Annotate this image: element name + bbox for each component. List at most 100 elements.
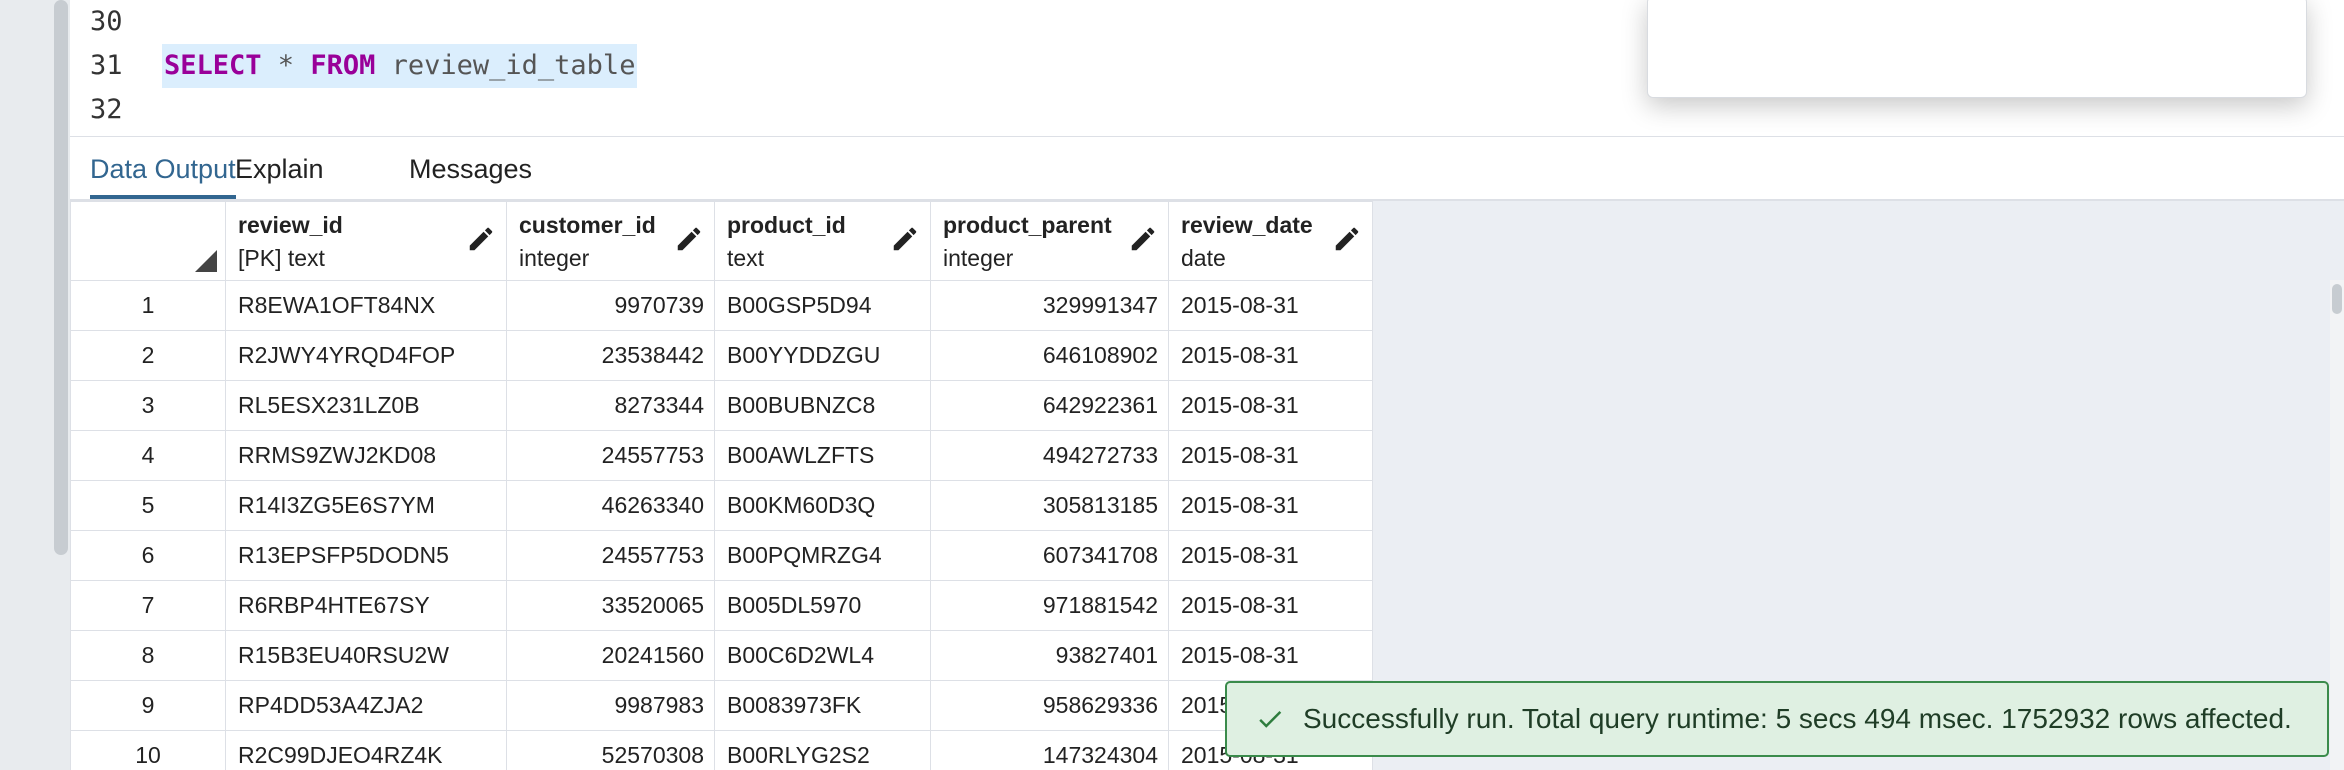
cell-review-id[interactable]: R2JWY4YRQD4FOP xyxy=(225,330,507,381)
success-notification: Successfully run. Total query runtime: 5… xyxy=(1225,681,2329,757)
cell-customer-id[interactable]: 9987983 xyxy=(506,680,715,731)
cell-product-parent[interactable]: 147324304 xyxy=(930,730,1169,770)
cell-product-parent[interactable]: 958629336 xyxy=(930,680,1169,731)
cell-review-id[interactable]: R6RBP4HTE67SY xyxy=(225,580,507,631)
cell-product-id[interactable]: B00YYDDZGU xyxy=(714,330,931,381)
cell-customer-id[interactable]: 24557753 xyxy=(506,430,715,481)
select-all-corner[interactable] xyxy=(70,201,226,281)
grid-scrollbar[interactable] xyxy=(2330,280,2344,770)
table-row[interactable]: 9 RP4DD53A4ZJA2 9987983 B0083973FK 958629336… xyxy=(70,680,1373,731)
cell-product-parent[interactable]: 305813185 xyxy=(930,480,1169,531)
column-header-customer-id[interactable]: customer_id integer xyxy=(506,201,715,281)
table-row[interactable]: 2 R2JWY4YRQD4FOP 23538442 B00YYDDZGU 6461089… xyxy=(70,330,1373,381)
cell-product-id[interactable]: B00GSP5D94 xyxy=(714,280,931,331)
pencil-icon[interactable] xyxy=(1128,224,1158,254)
table-row[interactable]: 5 R14I3ZG5E6S7YM 46263340 B00KM60D3Q 3058131… xyxy=(70,480,1373,531)
grid-body: 1 R8EWA1OFT84NX 9970739 B00GSP5D94 329991347… xyxy=(70,280,1373,770)
cell-review-date[interactable]: 2015-08-31 xyxy=(1168,480,1373,531)
cell-review-id[interactable]: R15B3EU40RSU2W xyxy=(225,630,507,681)
sql-keyword-from: FROM xyxy=(310,50,376,81)
table-row[interactable]: 4 RRMS9ZWJ2KD08 24557753 B00AWLZFTS 49427273… xyxy=(70,430,1373,481)
cell-customer-id[interactable]: 46263340 xyxy=(506,480,715,531)
sql-table-name: review_id_table xyxy=(375,50,636,81)
cell-customer-id[interactable]: 20241560 xyxy=(506,630,715,681)
cell-customer-id[interactable]: 33520065 xyxy=(506,580,715,631)
cell-review-date[interactable]: 2015-08-31 xyxy=(1168,430,1373,481)
cell-product-id[interactable]: B005DL5970 xyxy=(714,580,931,631)
cell-product-parent[interactable]: 642922361 xyxy=(930,380,1169,431)
cell-product-parent[interactable]: 607341708 xyxy=(930,530,1169,581)
cell-review-date[interactable]: 2015-08-31 xyxy=(1168,530,1373,581)
column-header-review-date[interactable]: review_date date xyxy=(1168,201,1373,281)
cell-product-id[interactable]: B00RLYG2S2 xyxy=(714,730,931,770)
cell-review-date[interactable]: 2015-08-31 xyxy=(1168,580,1373,631)
left-panel-gutter xyxy=(0,0,70,770)
cell-product-parent[interactable]: 971881542 xyxy=(930,580,1169,631)
cell-review-id[interactable]: R14I3ZG5E6S7YM xyxy=(225,480,507,531)
table-row[interactable]: 8 R15B3EU40RSU2W 20241560 B00C6D2WL4 9382740… xyxy=(70,630,1373,681)
popup-panel xyxy=(1647,0,2307,98)
cell-customer-id[interactable]: 8273344 xyxy=(506,380,715,431)
table-row[interactable]: 10 R2C99DJEO4RZ4K 52570308 B00RLYG2S2 147324… xyxy=(70,730,1373,770)
cell-product-parent[interactable]: 93827401 xyxy=(930,630,1169,681)
table-row[interactable]: 3 RL5ESX231LZ0B 8273344 B00BUBNZC8 642922361… xyxy=(70,380,1373,431)
column-header-product-id[interactable]: product_id text xyxy=(714,201,931,281)
row-number[interactable]: 10 xyxy=(70,730,226,770)
cell-review-date[interactable]: 2015-08-31 xyxy=(1168,380,1373,431)
row-number[interactable]: 9 xyxy=(70,680,226,731)
tab-explain[interactable]: Explain xyxy=(235,137,324,199)
pencil-icon[interactable] xyxy=(1332,224,1362,254)
line-number: 31 xyxy=(90,50,123,81)
grid-header-row: review_id [PK] text customer_id integer … xyxy=(70,201,1373,281)
cell-product-parent[interactable]: 329991347 xyxy=(930,280,1169,331)
line-number: 30 xyxy=(90,6,123,37)
row-number[interactable]: 2 xyxy=(70,330,226,381)
table-row[interactable]: 6 R13EPSFP5DODN5 24557753 B00PQMRZG4 6073417… xyxy=(70,530,1373,581)
cell-product-id[interactable]: B00PQMRZG4 xyxy=(714,530,931,581)
cell-product-id[interactable]: B00BUBNZC8 xyxy=(714,380,931,431)
cell-product-parent[interactable]: 494272733 xyxy=(930,430,1169,481)
query-editor[interactable]: 30 31 SELECT * FROM review_id_table 32 xyxy=(70,0,2344,137)
sql-star: * xyxy=(261,50,311,81)
column-header-review-id[interactable]: review_id [PK] text xyxy=(225,201,507,281)
row-number[interactable]: 6 xyxy=(70,530,226,581)
row-number[interactable]: 8 xyxy=(70,630,226,681)
cell-product-id[interactable]: B00C6D2WL4 xyxy=(714,630,931,681)
column-header-product-parent[interactable]: product_parent integer xyxy=(930,201,1169,281)
table-row[interactable]: 1 R8EWA1OFT84NX 9970739 B00GSP5D94 329991347… xyxy=(70,280,1373,331)
cell-product-id[interactable]: B0083973FK xyxy=(714,680,931,731)
cell-review-date[interactable]: 2015-08-31 xyxy=(1168,630,1373,681)
row-number[interactable]: 3 xyxy=(70,380,226,431)
cell-customer-id[interactable]: 52570308 xyxy=(506,730,715,770)
row-number[interactable]: 4 xyxy=(70,430,226,481)
cell-review-id[interactable]: RP4DD53A4ZJA2 xyxy=(225,680,507,731)
pencil-icon[interactable] xyxy=(466,224,496,254)
cell-product-parent[interactable]: 646108902 xyxy=(930,330,1169,381)
grid-scrollbar-thumb[interactable] xyxy=(2332,284,2342,314)
cell-review-id[interactable]: R8EWA1OFT84NX xyxy=(225,280,507,331)
line-number: 32 xyxy=(90,94,123,125)
sql-keyword-select: SELECT xyxy=(164,50,262,81)
pencil-icon[interactable] xyxy=(890,224,920,254)
pencil-icon[interactable] xyxy=(674,224,704,254)
cell-review-id[interactable]: RL5ESX231LZ0B xyxy=(225,380,507,431)
selected-sql-statement: SELECT * FROM review_id_table xyxy=(162,44,638,88)
left-scrollbar-thumb[interactable] xyxy=(54,0,68,555)
row-number[interactable]: 1 xyxy=(70,280,226,331)
cell-review-id[interactable]: R2C99DJEO4RZ4K xyxy=(225,730,507,770)
cell-review-date[interactable]: 2015-08-31 xyxy=(1168,280,1373,331)
table-row[interactable]: 7 R6RBP4HTE67SY 33520065 B005DL5970 97188154… xyxy=(70,580,1373,631)
row-number[interactable]: 7 xyxy=(70,580,226,631)
tab-data-output[interactable]: Data Output xyxy=(90,137,236,199)
row-number[interactable]: 5 xyxy=(70,480,226,531)
cell-product-id[interactable]: B00KM60D3Q xyxy=(714,480,931,531)
checkmark-icon xyxy=(1255,704,1285,734)
cell-customer-id[interactable]: 9970739 xyxy=(506,280,715,331)
cell-review-id[interactable]: RRMS9ZWJ2KD08 xyxy=(225,430,507,481)
cell-review-id[interactable]: R13EPSFP5DODN5 xyxy=(225,530,507,581)
cell-customer-id[interactable]: 24557753 xyxy=(506,530,715,581)
cell-review-date[interactable]: 2015-08-31 xyxy=(1168,330,1373,381)
cell-customer-id[interactable]: 23538442 xyxy=(506,330,715,381)
tab-messages[interactable]: Messages xyxy=(409,137,532,199)
cell-product-id[interactable]: B00AWLZFTS xyxy=(714,430,931,481)
